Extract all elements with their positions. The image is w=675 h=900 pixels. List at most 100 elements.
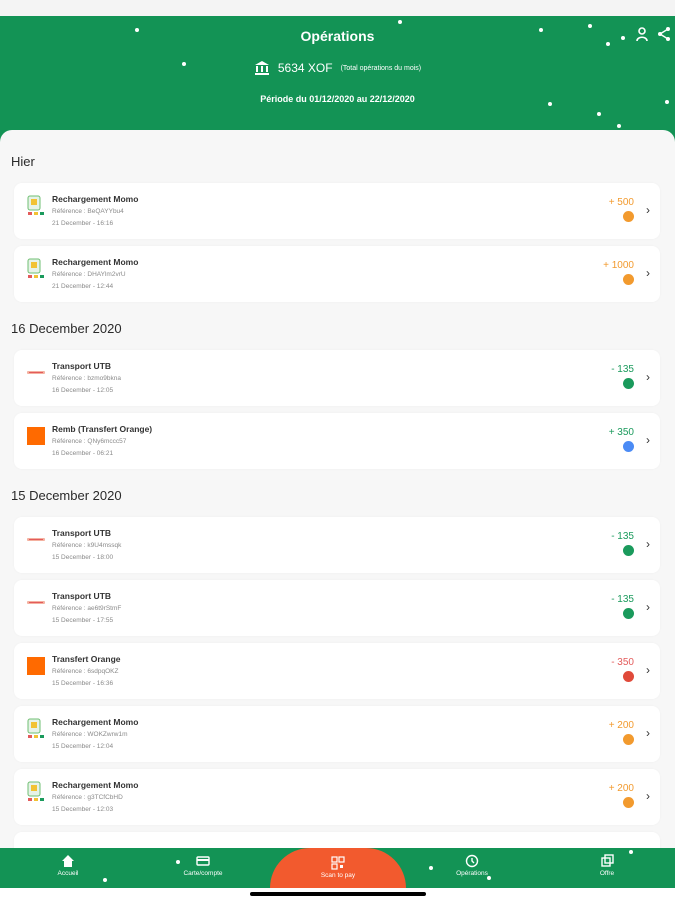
status-strip <box>0 0 675 16</box>
total-summary: 5634 XOF (Total opérations du mois) <box>0 60 675 76</box>
transaction-name: Transport UTB <box>52 591 112 601</box>
chevron-right-icon[interactable]: › <box>646 266 650 280</box>
pending-status-icon <box>623 734 634 745</box>
transaction-amount: + 500 <box>608 197 634 208</box>
tab-label: Carte/compte <box>183 870 223 877</box>
home-indicator[interactable] <box>250 892 426 896</box>
transaction-date: 15 December - 16:36 <box>52 680 114 687</box>
scan-to-pay-button[interactable]: Scan to pay <box>270 848 406 888</box>
bank-icon <box>254 61 269 75</box>
section-title: 15 December 2020 <box>11 488 122 503</box>
share-icon[interactable] <box>656 26 672 42</box>
transaction-name: Transfert Orange <box>52 654 121 664</box>
refund-status-icon <box>623 441 634 452</box>
tab-label: Scan to pay <box>320 872 356 879</box>
offers-icon <box>601 854 614 867</box>
pending-status-icon <box>623 211 634 222</box>
operations-list[interactable]: Hier Rechargement Momo Référence : BeQAY… <box>0 130 675 848</box>
total-amount: 5634 XOF <box>277 61 333 75</box>
transaction-ref: Référence : k9U4mssqk <box>52 542 122 549</box>
tab-label: Accueil <box>57 870 79 877</box>
tab-offre[interactable]: Offre <box>547 854 667 877</box>
chevron-right-icon[interactable]: › <box>646 433 650 447</box>
transaction-name: Rechargement Momo <box>52 780 139 790</box>
pending-status-icon <box>623 274 634 285</box>
utb-logo-icon <box>27 538 45 541</box>
user-icon[interactable] <box>634 26 650 42</box>
transaction-ref: Référence : ae6t9rStmF <box>52 605 122 612</box>
transaction-card[interactable] <box>14 832 660 848</box>
transaction-amount: - 135 <box>611 364 634 375</box>
transaction-name: Rechargement Momo <box>52 257 139 267</box>
period-label: Période du 01/12/2020 au 22/12/2020 <box>260 94 415 104</box>
transaction-date: 21 December - 16:16 <box>52 220 114 227</box>
transaction-card[interactable]: Rechargement Momo Référence : DHAYlm2vrU… <box>14 246 660 302</box>
transaction-name: Rechargement Momo <box>52 194 139 204</box>
total-note: (Total opérations du mois) <box>340 64 422 72</box>
transaction-card[interactable]: Transfert Orange Référence : 6sdpqOKZ 15… <box>14 643 660 699</box>
success-check-icon <box>623 378 634 389</box>
success-check-icon <box>623 608 634 619</box>
momo-logo-icon <box>27 718 44 738</box>
transaction-date: 15 December - 12:04 <box>52 743 114 750</box>
tab-carte-compte[interactable]: Carte/compte <box>143 854 263 877</box>
qr-icon <box>331 856 345 870</box>
home-indicator-area <box>0 888 675 900</box>
transaction-date: 21 December - 12:44 <box>52 283 114 290</box>
transaction-amount: - 350 <box>611 657 634 668</box>
chevron-right-icon[interactable]: › <box>646 600 650 614</box>
transaction-name: Rechargement Momo <box>52 717 139 727</box>
orange-logo-icon <box>27 427 45 445</box>
home-icon <box>62 855 74 867</box>
transaction-name: Transport UTB <box>52 528 112 538</box>
transaction-amount: + 200 <box>608 720 634 731</box>
section-title: Hier <box>11 154 35 169</box>
tab-bar: Accueil Carte/compte Scan to pay Opérati… <box>0 848 675 888</box>
tab-label: Offre <box>599 870 615 877</box>
chevron-right-icon[interactable]: › <box>646 203 650 217</box>
chevron-right-icon[interactable]: › <box>646 789 650 803</box>
chevron-right-icon[interactable]: › <box>646 663 650 677</box>
transaction-amount: - 135 <box>611 531 634 542</box>
transaction-name: Transport UTB <box>52 361 112 371</box>
chevron-right-icon[interactable]: › <box>646 370 650 384</box>
transaction-ref: Référence : g3TCfCbHD <box>52 794 123 801</box>
transaction-date: 15 December - 17:55 <box>52 617 114 624</box>
transaction-card[interactable]: Rechargement Momo Référence : WOKZwrw1m … <box>14 706 660 762</box>
transaction-ref: Référence : WOKZwrw1m <box>52 731 128 738</box>
utb-logo-icon <box>27 601 45 604</box>
tab-accueil[interactable]: Accueil <box>8 854 128 877</box>
transaction-card[interactable]: Rechargement Momo Référence : BeQAYYbu4 … <box>14 183 660 239</box>
momo-logo-icon <box>27 258 44 278</box>
card-icon <box>196 856 210 866</box>
transaction-date: 16 December - 06:21 <box>52 450 114 457</box>
chevron-right-icon[interactable]: › <box>646 537 650 551</box>
tab-label: Opérations <box>456 870 488 877</box>
tab-operations[interactable]: Opérations <box>412 854 532 877</box>
transaction-ref: Référence : QNy6mccc57 <box>52 438 127 445</box>
transaction-amount: + 350 <box>608 427 634 438</box>
momo-logo-icon <box>27 195 44 215</box>
section-title: 16 December 2020 <box>11 321 122 336</box>
transaction-amount: + 200 <box>608 783 634 794</box>
utb-logo-icon <box>27 371 45 374</box>
orange-logo-icon <box>27 657 45 675</box>
chevron-right-icon[interactable]: › <box>646 726 650 740</box>
transaction-ref: Référence : DHAYlm2vrU <box>52 271 126 278</box>
transaction-card[interactable]: Rechargement Momo Référence : g3TCfCbHD … <box>14 769 660 825</box>
transaction-card[interactable]: Remb (Transfert Orange) Référence : QNy6… <box>14 413 660 469</box>
failed-status-icon <box>623 671 634 682</box>
transaction-amount: + 1000 <box>603 260 634 271</box>
page-title: Opérations <box>300 28 375 44</box>
transaction-card[interactable]: Transport UTB Référence : ae6t9rStmF 15 … <box>14 580 660 636</box>
success-check-icon <box>623 545 634 556</box>
momo-logo-icon <box>27 781 44 801</box>
pending-status-icon <box>623 797 634 808</box>
transaction-name: Remb (Transfert Orange) <box>52 424 153 434</box>
transaction-card[interactable]: Transport UTB Référence : bzmo9bkna 16 D… <box>14 350 660 406</box>
transaction-card[interactable]: Transport UTB Référence : k9U4mssqk 15 D… <box>14 517 660 573</box>
clock-icon <box>465 854 479 868</box>
transaction-ref: Référence : bzmo9bkna <box>52 375 122 382</box>
transaction-amount: - 135 <box>611 594 634 605</box>
transaction-date: 16 December - 12:05 <box>52 387 114 394</box>
